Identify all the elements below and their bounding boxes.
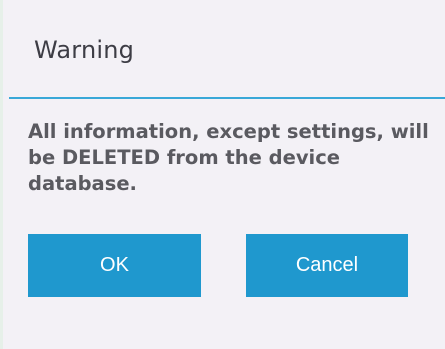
dialog-title: Warning xyxy=(34,36,135,64)
warning-dialog: Warning All information, except settings… xyxy=(0,0,445,349)
cancel-button[interactable]: Cancel xyxy=(246,234,408,297)
ok-button[interactable]: OK xyxy=(28,234,201,297)
title-divider xyxy=(9,97,445,99)
dialog-message: All information, except settings, will b… xyxy=(28,120,429,195)
